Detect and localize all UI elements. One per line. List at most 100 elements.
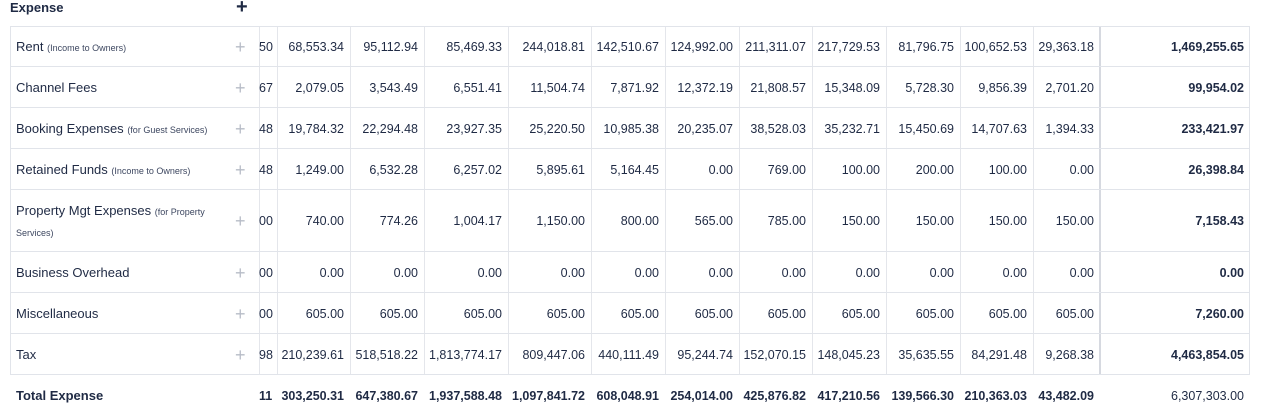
row-label-note: (Income to Owners) xyxy=(111,166,191,176)
value-cell: 605.00 xyxy=(915,307,954,321)
clipped-value-cell: 00 xyxy=(259,214,273,228)
plus-icon[interactable]: + xyxy=(235,79,246,97)
value-cell: 152,070.15 xyxy=(743,348,806,362)
table-row: Retained Funds (Income to Owners) +48 1,24… xyxy=(10,149,1250,190)
value-cell: 0.00 xyxy=(560,266,585,280)
row-label: Miscellaneous xyxy=(16,306,98,321)
plus-icon[interactable]: + xyxy=(236,0,248,17)
value-cell: 0.00 xyxy=(1002,266,1027,280)
value-cell: 5,164.45 xyxy=(610,163,659,177)
table-row: Booking Expenses (for Guest Services) +48… xyxy=(10,108,1250,149)
clipped-value-cell: 50 xyxy=(259,40,273,54)
clipped-value-cell: 48 xyxy=(259,122,273,136)
row-total-cell: 6,307,303.00 xyxy=(1171,389,1244,403)
row-total-cell: 0.00 xyxy=(1219,266,1244,280)
value-cell: 1,249.00 xyxy=(295,163,344,177)
plus-icon[interactable]: + xyxy=(235,120,246,138)
value-cell: 43,482.09 xyxy=(1038,389,1094,403)
value-cell: 38,528.03 xyxy=(750,122,806,136)
row-label-text: Booking Expenses xyxy=(16,121,124,136)
row-total-cell: 7,158.43 xyxy=(1195,214,1244,228)
value-cell: 29,363.18 xyxy=(1038,40,1094,54)
clipped-value-cell: 67 xyxy=(259,81,273,95)
value-cell: 6,551.41 xyxy=(453,81,502,95)
table-row: Tax +98 210,239.61 518,518.22 1,813,774.17 80… xyxy=(10,334,1250,375)
total-row: Total Expense 11 303,250.31 647,380.67 1,937… xyxy=(10,375,1250,416)
value-cell: 150.00 xyxy=(841,214,880,228)
value-cell: 0.00 xyxy=(477,266,502,280)
clipped-value-cell: 98 xyxy=(259,348,273,362)
value-cell: 809,447.06 xyxy=(522,348,585,362)
plus-icon[interactable]: + xyxy=(235,264,246,282)
value-cell: 774.26 xyxy=(379,214,418,228)
table-row: Rent (Income to Owners) +50 68,553.34 95,11… xyxy=(10,26,1250,67)
row-total-cell: 1,469,255.65 xyxy=(1171,40,1244,54)
table-border-right xyxy=(1249,26,1250,375)
plus-icon[interactable]: + xyxy=(235,212,246,230)
value-cell: 124,992.00 xyxy=(670,40,733,54)
row-label: Retained Funds (Income to Owners) xyxy=(16,162,190,177)
row-label-note: (for Guest Services) xyxy=(127,125,208,135)
value-cell: 1,097,841.72 xyxy=(512,389,585,403)
value-cell: 425,876.82 xyxy=(743,389,806,403)
expense-table: Rent (Income to Owners) +50 68,553.34 95,11… xyxy=(10,26,1250,416)
row-label-text: Property Mgt Expenses xyxy=(16,203,152,218)
row-total-cell: 99,954.02 xyxy=(1188,81,1244,95)
value-cell: 440,111.49 xyxy=(598,348,659,362)
value-cell: 605.00 xyxy=(694,307,733,321)
value-cell: 15,450.69 xyxy=(898,122,954,136)
row-label-text: Channel Fees xyxy=(16,80,97,95)
value-cell: 244,018.81 xyxy=(522,40,585,54)
value-cell: 142,510.67 xyxy=(596,40,659,54)
value-cell: 25,220.50 xyxy=(529,122,585,136)
value-cell: 95,244.74 xyxy=(677,348,733,362)
plus-icon[interactable]: + xyxy=(235,161,246,179)
value-cell: 217,729.53 xyxy=(817,40,880,54)
value-cell: 254,014.00 xyxy=(670,389,733,403)
plus-icon[interactable]: + xyxy=(235,305,246,323)
value-cell: 605.00 xyxy=(1055,307,1094,321)
value-cell: 605.00 xyxy=(988,307,1027,321)
value-cell: 84,291.48 xyxy=(971,348,1027,362)
value-cell: 150.00 xyxy=(988,214,1027,228)
plus-icon[interactable]: + xyxy=(235,346,246,364)
value-cell: 1,004.17 xyxy=(453,214,502,228)
value-cell: 1,394.33 xyxy=(1045,122,1094,136)
value-cell: 100,652.53 xyxy=(964,40,1027,54)
value-cell: 12,372.19 xyxy=(677,81,733,95)
value-cell: 769.00 xyxy=(767,163,806,177)
row-label-text: Total Expense xyxy=(16,388,104,403)
value-cell: 210,363.03 xyxy=(964,389,1027,403)
value-cell: 35,635.55 xyxy=(898,348,954,362)
value-cell: 148,045.23 xyxy=(817,348,880,362)
value-cell: 605.00 xyxy=(841,307,880,321)
value-cell: 565.00 xyxy=(694,214,733,228)
clipped-value-cell: 11 xyxy=(259,389,273,403)
value-cell: 5,895.61 xyxy=(536,163,585,177)
row-label-text: Business Overhead xyxy=(16,265,130,280)
value-cell: 20,235.07 xyxy=(677,122,733,136)
row-label-note: (Income to Owners) xyxy=(47,43,127,53)
value-cell: 9,268.38 xyxy=(1045,348,1094,362)
value-cell: 35,232.71 xyxy=(824,122,880,136)
value-cell: 2,701.20 xyxy=(1045,81,1094,95)
value-cell: 11,504.74 xyxy=(530,81,585,95)
value-cell: 23,927.35 xyxy=(446,122,502,136)
clipped-value-cell: 48 xyxy=(259,163,273,177)
plus-icon[interactable]: + xyxy=(235,38,246,56)
value-cell: 2,079.05 xyxy=(295,81,344,95)
row-label: Booking Expenses (for Guest Services) xyxy=(16,121,207,136)
row-total-cell: 4,463,854.05 xyxy=(1171,348,1244,362)
section-title: Expense xyxy=(10,0,64,15)
value-cell: 150.00 xyxy=(1055,214,1094,228)
value-cell: 0.00 xyxy=(708,163,733,177)
table-row: Property Mgt Expenses (for Property Serv… xyxy=(10,190,1250,252)
value-cell: 14,707.63 xyxy=(971,122,1027,136)
total-label: Total Expense xyxy=(16,388,103,403)
value-cell: 0.00 xyxy=(855,266,880,280)
table-border-left xyxy=(10,26,11,375)
value-cell: 85,469.33 xyxy=(446,40,502,54)
value-cell: 0.00 xyxy=(1069,163,1094,177)
value-cell: 95,112.94 xyxy=(363,40,418,54)
value-cell: 1,813,774.17 xyxy=(429,348,502,362)
